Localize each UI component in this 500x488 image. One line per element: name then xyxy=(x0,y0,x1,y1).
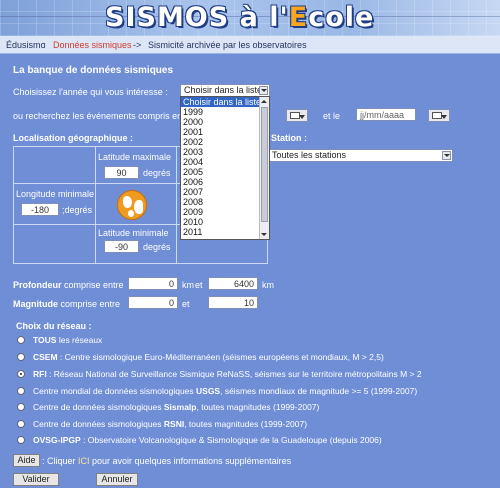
mag-min-input[interactable]: 0 xyxy=(128,296,178,309)
lat-max-input[interactable]: 90 xyxy=(104,166,139,179)
breadcrumb-current: Sismicité archivée par les observatoires xyxy=(148,40,307,50)
breadcrumb-arrow: -> xyxy=(133,40,142,50)
network-radio-1[interactable] xyxy=(17,353,25,361)
lat-max-unit: degrés xyxy=(143,168,171,178)
chevron-down-icon[interactable] xyxy=(442,151,451,160)
network-radio-2[interactable] xyxy=(17,370,25,378)
lat-max-label: Latitude maximale xyxy=(98,152,172,162)
site-title: SISMOS à l'Ecole xyxy=(105,2,375,33)
station-select[interactable]: Toutes les stations xyxy=(268,149,453,162)
network-label-2[interactable]: RFI : Réseau National de Surveillance Si… xyxy=(33,369,422,379)
lon-min-unit: ;degrés xyxy=(62,205,93,215)
lat-min-label: Latitude minimale xyxy=(98,228,169,238)
network-label-5[interactable]: Centre de données sismologiques RSNI, to… xyxy=(33,419,307,429)
network-radio-0[interactable] xyxy=(17,336,25,344)
geo-heading: Localisation géographique : xyxy=(13,133,134,143)
year-option[interactable]: 1999 xyxy=(181,107,269,117)
depth-km-1: km xyxy=(182,280,194,290)
year-label: Choisissez l'année qui vous intéresse : xyxy=(13,87,168,97)
network-radio-5[interactable] xyxy=(17,420,25,428)
year-option[interactable]: 2005 xyxy=(181,167,269,177)
network-label-0[interactable]: TOUS les réseaux xyxy=(33,335,102,345)
and-label: et le xyxy=(323,111,341,121)
year-option[interactable]: Choisir dans la liste xyxy=(181,97,269,107)
breadcrumb-home[interactable]: Édusismo xyxy=(6,40,46,50)
year-dropdown-list[interactable]: Choisir dans la liste 1999 2000 2001 2002 200… xyxy=(180,96,270,240)
network-radio-6[interactable] xyxy=(17,436,25,444)
magnitude-label: Magnitude comprise entre xyxy=(13,299,121,309)
depth-and: et xyxy=(195,280,203,290)
mag-max-input[interactable]: 10 xyxy=(208,296,258,309)
scroll-up-icon[interactable] xyxy=(261,98,268,105)
network-label-1[interactable]: CSEM : Centre sismologique Euro-Méditerr… xyxy=(33,352,384,362)
network-label-3[interactable]: Centre mondial de données sismologiques … xyxy=(33,386,417,396)
network-radio-3[interactable] xyxy=(17,387,25,395)
year-option[interactable]: 2000 xyxy=(181,117,269,127)
end-date-input[interactable]: jj/mm/aaaa xyxy=(356,108,416,121)
depth-min-input[interactable]: 0 xyxy=(128,277,178,290)
scroll-down-icon[interactable] xyxy=(261,231,268,238)
date-range-label: ou recherchez les événements compris en xyxy=(13,111,183,121)
dropdown-scrollbar[interactable] xyxy=(259,97,269,239)
year-option[interactable]: 2004 xyxy=(181,157,269,167)
help-link[interactable]: ICI xyxy=(78,456,90,466)
calendar-start-button[interactable] xyxy=(286,109,308,122)
depth-label: Profondeur comprise entre xyxy=(13,280,124,290)
year-option[interactable]: 2008 xyxy=(181,197,269,207)
depth-km-2: km xyxy=(262,280,274,290)
help-button[interactable]: Aide xyxy=(13,454,40,467)
cancel-button[interactable]: Annuler xyxy=(96,473,138,486)
chevron-down-icon xyxy=(299,115,305,119)
site-banner: SISMOS à l'Ecole xyxy=(0,0,500,36)
lon-min-label: Longitude minimale xyxy=(16,189,95,199)
year-option[interactable]: 2006 xyxy=(181,177,269,187)
lat-min-input[interactable]: -90 xyxy=(104,240,139,253)
year-option[interactable]: 2011 xyxy=(181,227,269,237)
submit-button[interactable]: Valider xyxy=(13,473,59,486)
network-radio-4[interactable] xyxy=(17,403,25,411)
help-text: : Cliquer ICI pour avoir quelques inform… xyxy=(42,456,292,466)
year-option[interactable]: 2009 xyxy=(181,207,269,217)
lon-min-input[interactable]: -180 xyxy=(21,203,59,216)
year-select-value: Choisir dans la liste xyxy=(184,85,263,95)
breadcrumb-data-link[interactable]: Données sismiques xyxy=(53,40,132,50)
scroll-thumb[interactable] xyxy=(261,107,268,222)
year-option[interactable]: 2001 xyxy=(181,127,269,137)
depth-max-input[interactable]: 6400 xyxy=(208,277,258,290)
calendar-end-button[interactable] xyxy=(428,109,450,122)
year-option[interactable]: 2003 xyxy=(181,147,269,157)
chevron-down-icon xyxy=(441,115,447,119)
network-label-4[interactable]: Centre de données sismologiques Sismalp,… xyxy=(33,402,319,412)
breadcrumb-sep: : xyxy=(43,40,46,50)
breadcrumb: Édusismo : Données sismiques -> Sismicit… xyxy=(0,36,500,54)
network-heading: Choix du réseau : xyxy=(16,321,92,331)
page-title: La banque de données sismiques xyxy=(13,65,174,76)
year-option[interactable]: 2007 xyxy=(181,187,269,197)
chevron-down-icon[interactable] xyxy=(259,86,268,95)
globe-icon xyxy=(117,190,147,220)
year-option[interactable]: 2002 xyxy=(181,137,269,147)
lat-min-unit: degrés xyxy=(143,242,171,252)
station-heading: Station : xyxy=(271,133,307,143)
year-option[interactable]: 2010 xyxy=(181,217,269,227)
station-select-value: Toutes les stations xyxy=(272,150,347,160)
mag-and: et xyxy=(182,299,190,309)
network-label-6[interactable]: OVSG-IPGP : Observatoire Volcanologique … xyxy=(33,435,382,445)
